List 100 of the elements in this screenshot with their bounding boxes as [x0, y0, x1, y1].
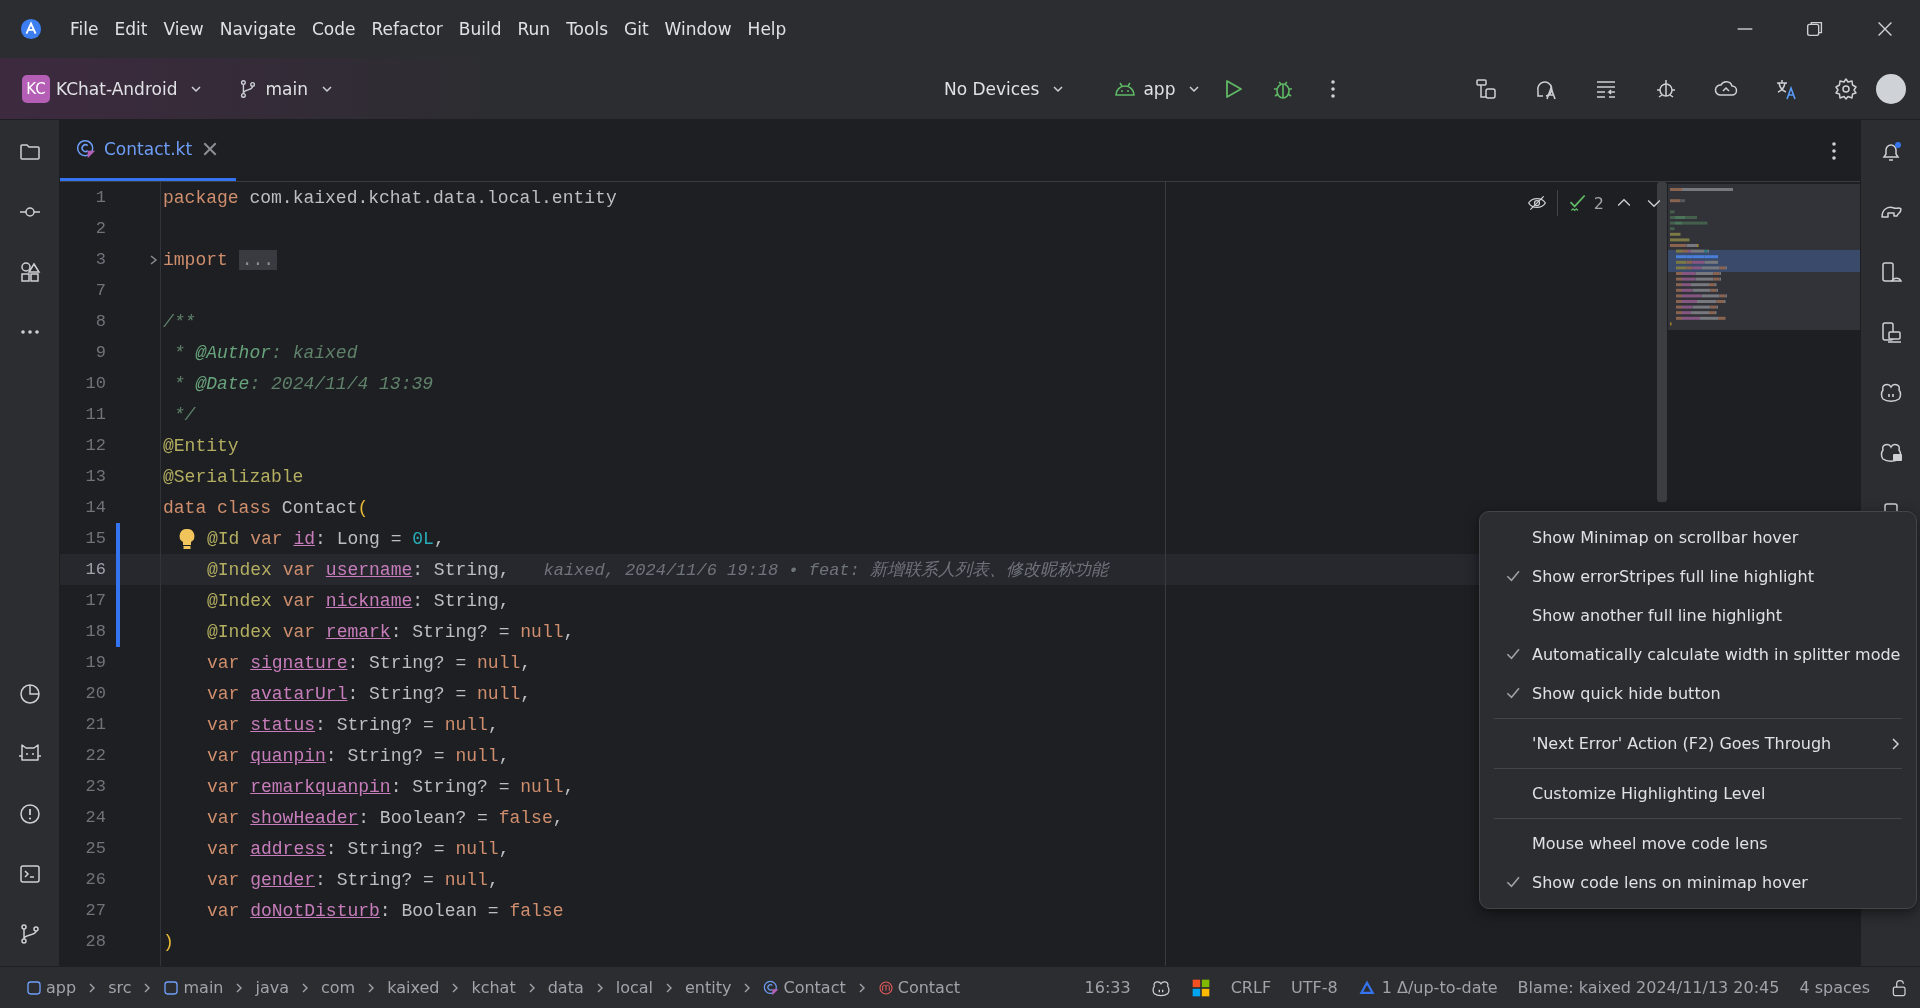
- breadcrumb[interactable]: com: [321, 978, 356, 997]
- menu-item[interactable]: Git: [618, 15, 655, 43]
- menu-item[interactable]: Help: [741, 15, 793, 43]
- menu-item[interactable]: Navigate: [213, 15, 302, 43]
- line-number: 19: [84, 653, 106, 672]
- breadcrumb[interactable]: Contact: [763, 978, 846, 997]
- code-line: * @Date: 2024/11/4 13:39: [172, 373, 434, 394]
- breadcrumb[interactable]: Contact: [877, 978, 960, 997]
- code-line: @Index var nickname: String,: [207, 590, 510, 611]
- code-line: @Id var id: Long = 0L,: [207, 528, 445, 549]
- windows-logo-icon[interactable]: [1190, 977, 1211, 998]
- line-number: 25: [84, 839, 106, 858]
- breadcrumb[interactable]: app: [26, 978, 77, 997]
- line-number: 9: [94, 343, 106, 362]
- code-line: ): [163, 931, 174, 952]
- menu-item[interactable]: Show code lens on minimap hover: [1480, 863, 1916, 902]
- settings-icon[interactable]: [1834, 76, 1858, 101]
- blame-info[interactable]: Blame: kaixed 2024/11/13 20:45: [1517, 978, 1780, 997]
- checkmark-icon: [1567, 193, 1588, 213]
- profiler-icon[interactable]: [17, 682, 42, 706]
- menu-item[interactable]: Show quick hide button: [1480, 674, 1916, 713]
- code-line: @Entity: [163, 435, 239, 456]
- menu-item[interactable]: View: [157, 15, 210, 43]
- line-number: 23: [84, 777, 106, 796]
- breadcrumb[interactable]: kaixed: [387, 978, 440, 997]
- layout-icon[interactable]: [1474, 76, 1498, 101]
- code-line: var status: String? = null,: [207, 714, 499, 735]
- line-number: 13: [84, 467, 106, 486]
- code-line: @Index var remark: String? = null,: [207, 621, 575, 642]
- line-number: 24: [84, 808, 106, 827]
- menu-item[interactable]: Show another full line highlight: [1480, 596, 1916, 635]
- code-line: * @Author: kaixed: [172, 342, 358, 363]
- blame-annotation: kaixed, 2024/11/6 19:18 • feat: 新增联系人列表、修改昵称功能: [543, 559, 1108, 581]
- menu-item[interactable]: Window: [658, 15, 738, 43]
- menu-item[interactable]: 'Next Error' Action (F2) Goes Through: [1480, 724, 1916, 763]
- vcs-status[interactable]: 1 Δ/up-to-date: [1357, 978, 1498, 997]
- menu-item[interactable]: Show Minimap on scrollbar hover: [1480, 518, 1916, 557]
- module-icon: [163, 979, 180, 996]
- code-line: var showHeader: Boolean? = false,: [207, 807, 564, 828]
- breadcrumb[interactable]: main: [163, 978, 224, 997]
- code-line: var quanpin: String? = null,: [207, 745, 510, 766]
- lightbulb-icon[interactable]: [177, 526, 197, 551]
- line-number: 15: [84, 529, 106, 548]
- menu-item[interactable]: File: [64, 15, 105, 43]
- problems-icon[interactable]: [17, 802, 42, 826]
- menu-item[interactable]: Run: [511, 15, 557, 43]
- menu-item[interactable]: Customize Highlighting Level: [1480, 774, 1916, 813]
- line-number: 27: [84, 901, 106, 920]
- file-tab[interactable]: Contact.kt: [60, 120, 237, 181]
- line-number: 14: [84, 498, 106, 517]
- line-number: 22: [84, 746, 106, 765]
- branch-selector[interactable]: main: [265, 78, 334, 99]
- breadcrumb[interactable]: kchat: [471, 978, 516, 997]
- menu-item[interactable]: Automatically calculate width in splitter mode: [1480, 635, 1916, 674]
- breadcrumb[interactable]: java: [255, 978, 289, 997]
- line-number: 28: [84, 932, 106, 951]
- menu-item[interactable]: Refactor: [365, 15, 449, 43]
- code-line: package com.kaixed.kchat.data.local.entity: [163, 187, 617, 208]
- method-icon: [877, 979, 894, 996]
- triangle-icon: [1357, 978, 1376, 997]
- breadcrumb[interactable]: data: [547, 978, 584, 997]
- breadcrumb[interactable]: src: [108, 978, 132, 997]
- line-separator[interactable]: CRLF: [1230, 978, 1272, 997]
- menu-item[interactable]: Tools: [560, 15, 614, 43]
- menu-item[interactable]: Edit: [108, 15, 154, 43]
- menu-item[interactable]: Build: [452, 15, 508, 43]
- line-number: 26: [84, 870, 106, 889]
- breadcrumb[interactable]: local: [615, 978, 653, 997]
- code-line: var remarkquanpin: String? = null,: [207, 776, 575, 797]
- code-line: import ...: [163, 249, 278, 270]
- breadcrumb[interactable]: entity: [685, 978, 732, 997]
- code-line: var gender: String? = null,: [207, 869, 499, 890]
- cursor-position[interactable]: 16:33: [1084, 978, 1131, 997]
- line-number: 18: [84, 622, 106, 641]
- device-selector[interactable]: No Devices: [943, 78, 1066, 99]
- eye-hidden-icon[interactable]: [1526, 193, 1547, 213]
- code-line: /**: [163, 311, 196, 332]
- project-selector[interactable]: KChat-Android: [56, 78, 204, 99]
- kotlin-class-icon: [763, 979, 780, 996]
- line-number: 12: [84, 436, 106, 455]
- line-number: 10: [84, 374, 106, 393]
- line-number: 2: [94, 219, 106, 238]
- indent-setting[interactable]: 4 spaces: [1799, 978, 1870, 997]
- line-number: 3: [94, 250, 106, 269]
- inspection-widget[interactable]: 2: [1567, 193, 1604, 213]
- terminal-icon[interactable]: [17, 862, 42, 886]
- file-encoding[interactable]: UTF-8: [1291, 978, 1338, 997]
- menu-item[interactable]: Mouse wheel move code lens: [1480, 824, 1916, 863]
- avatar[interactable]: [1876, 73, 1906, 104]
- line-number: 1: [94, 188, 106, 207]
- code-line: @Serializable: [163, 466, 304, 487]
- line-number: 11: [84, 405, 106, 424]
- line-number: 21: [84, 715, 106, 734]
- menu-item[interactable]: Show errorStripes full line highlight: [1480, 557, 1916, 596]
- line-number: 8: [94, 312, 106, 331]
- menu-item[interactable]: Code: [306, 15, 362, 43]
- code-line: var address: String? = null,: [207, 838, 510, 859]
- code-line: var avatarUrl: String? = null,: [207, 683, 532, 704]
- kotlin-class-icon: [76, 139, 96, 159]
- run-config-selector[interactable]: app: [1113, 76, 1202, 101]
